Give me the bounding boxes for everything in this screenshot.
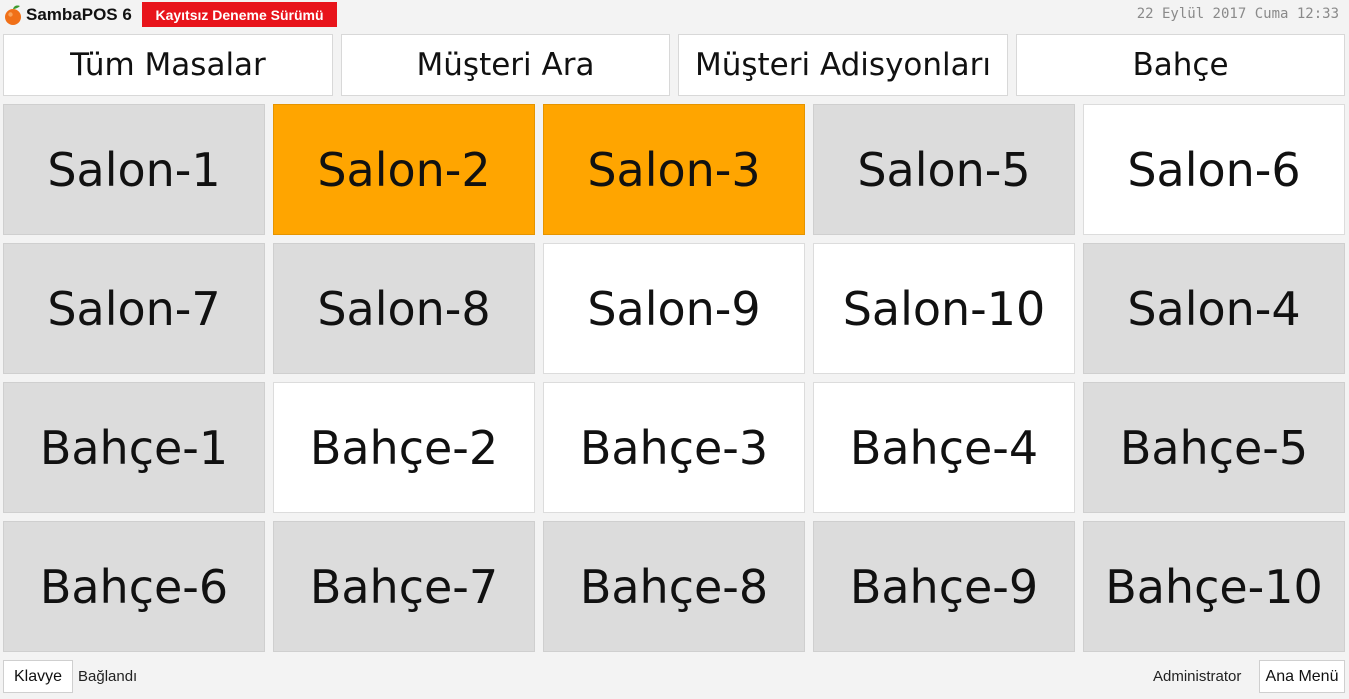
table-button-bahce-8[interactable]: Bahçe-8 bbox=[543, 521, 805, 652]
connection-status: Bağlandı bbox=[78, 668, 138, 685]
table-button-salon-7[interactable]: Salon-7 bbox=[3, 243, 265, 374]
table-button-bahce-5[interactable]: Bahçe-5 bbox=[1083, 382, 1345, 513]
main-menu-button[interactable]: Ana Menü bbox=[1259, 660, 1345, 693]
table-button-salon-1[interactable]: Salon-1 bbox=[3, 104, 265, 235]
table-button-salon-6[interactable]: Salon-6 bbox=[1083, 104, 1345, 235]
table-button-bahce-3[interactable]: Bahçe-3 bbox=[543, 382, 805, 513]
nav-customer-tickets-button[interactable]: Müşteri Adisyonları bbox=[678, 34, 1008, 96]
trial-badge: Kayıtsız Deneme Sürümü bbox=[142, 2, 337, 27]
table-button-bahce-7[interactable]: Bahçe-7 bbox=[273, 521, 535, 652]
keyboard-button[interactable]: Klavye bbox=[3, 660, 73, 693]
table-button-salon-9[interactable]: Salon-9 bbox=[543, 243, 805, 374]
app-title: SambaPOS 6 bbox=[26, 5, 132, 24]
table-button-salon-5[interactable]: Salon-5 bbox=[813, 104, 1075, 235]
table-button-salon-10[interactable]: Salon-10 bbox=[813, 243, 1075, 374]
table-button-salon-4[interactable]: Salon-4 bbox=[1083, 243, 1345, 374]
orange-fruit-icon bbox=[5, 5, 21, 25]
table-button-bahce-9[interactable]: Bahçe-9 bbox=[813, 521, 1075, 652]
user-name: Administrator bbox=[1153, 668, 1242, 685]
nav-customer-search-button[interactable]: Müşteri Ara bbox=[341, 34, 670, 96]
title-bar: SambaPOS 6 Kayıtsız Deneme Sürümü 22 Eyl… bbox=[0, 0, 1349, 30]
table-button-bahce-1[interactable]: Bahçe-1 bbox=[3, 382, 265, 513]
nav-all-tables-button[interactable]: Tüm Masalar bbox=[3, 34, 333, 96]
table-button-salon-3[interactable]: Salon-3 bbox=[543, 104, 805, 235]
date-time: 22 Eylül 2017 Cuma 12:33 bbox=[1136, 6, 1339, 22]
table-button-salon-2[interactable]: Salon-2 bbox=[273, 104, 535, 235]
table-button-salon-8[interactable]: Salon-8 bbox=[273, 243, 535, 374]
nav-garden-button[interactable]: Bahçe bbox=[1016, 34, 1345, 96]
table-button-bahce-2[interactable]: Bahçe-2 bbox=[273, 382, 535, 513]
table-button-bahce-4[interactable]: Bahçe-4 bbox=[813, 382, 1075, 513]
table-button-bahce-10[interactable]: Bahçe-10 bbox=[1083, 521, 1345, 652]
table-button-bahce-6[interactable]: Bahçe-6 bbox=[3, 521, 265, 652]
